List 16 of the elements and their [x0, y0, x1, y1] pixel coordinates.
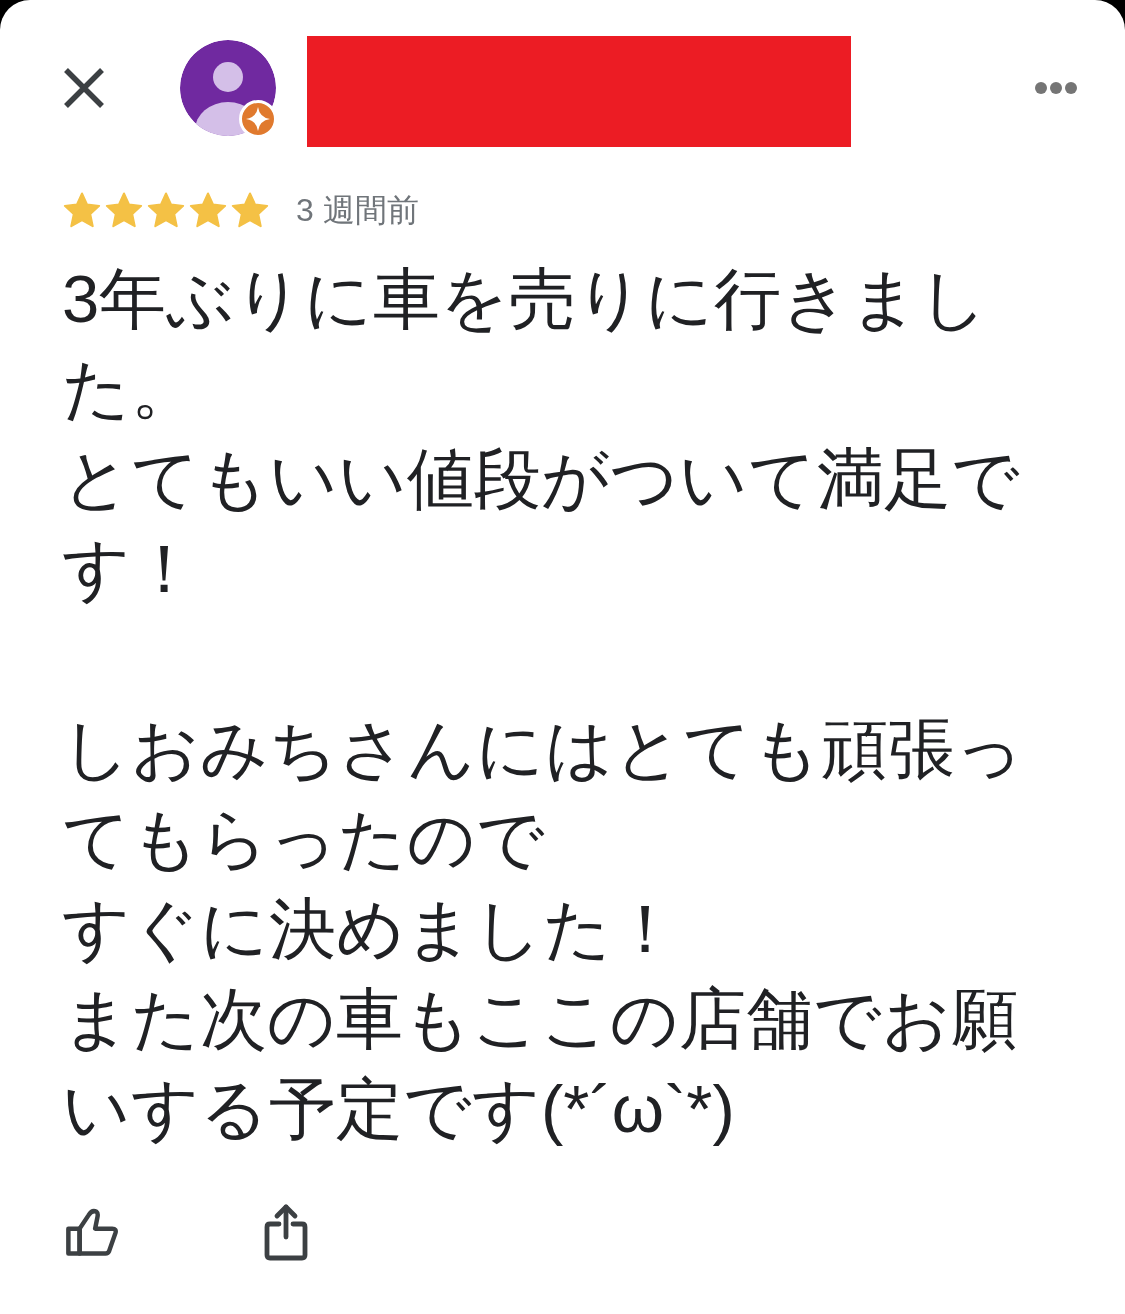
review-text: とてもいい値段がついて満足です！ — [62, 440, 1021, 608]
close-icon — [63, 67, 105, 109]
review-text: 3年ぶりに車を売りに行きました。 — [62, 260, 990, 428]
star-icon — [188, 191, 228, 229]
more-icon — [1035, 82, 1077, 94]
review-text: しおみちさんにはとても頑張ってもらったので — [62, 710, 1025, 878]
review-text: また次の車もここの店舗でお願いする予定です(*´ω`*) — [62, 980, 1019, 1148]
share-icon — [264, 1203, 308, 1261]
star-icon — [62, 191, 102, 229]
star-icon — [146, 191, 186, 229]
review-time: 3 週間前 — [296, 191, 419, 230]
sparkle-badge-icon — [239, 100, 277, 138]
star-icon — [104, 191, 144, 229]
star-icon — [230, 191, 270, 229]
review-text: すぐに決めました！ — [62, 890, 680, 968]
thumbs-up-icon — [65, 1207, 119, 1257]
